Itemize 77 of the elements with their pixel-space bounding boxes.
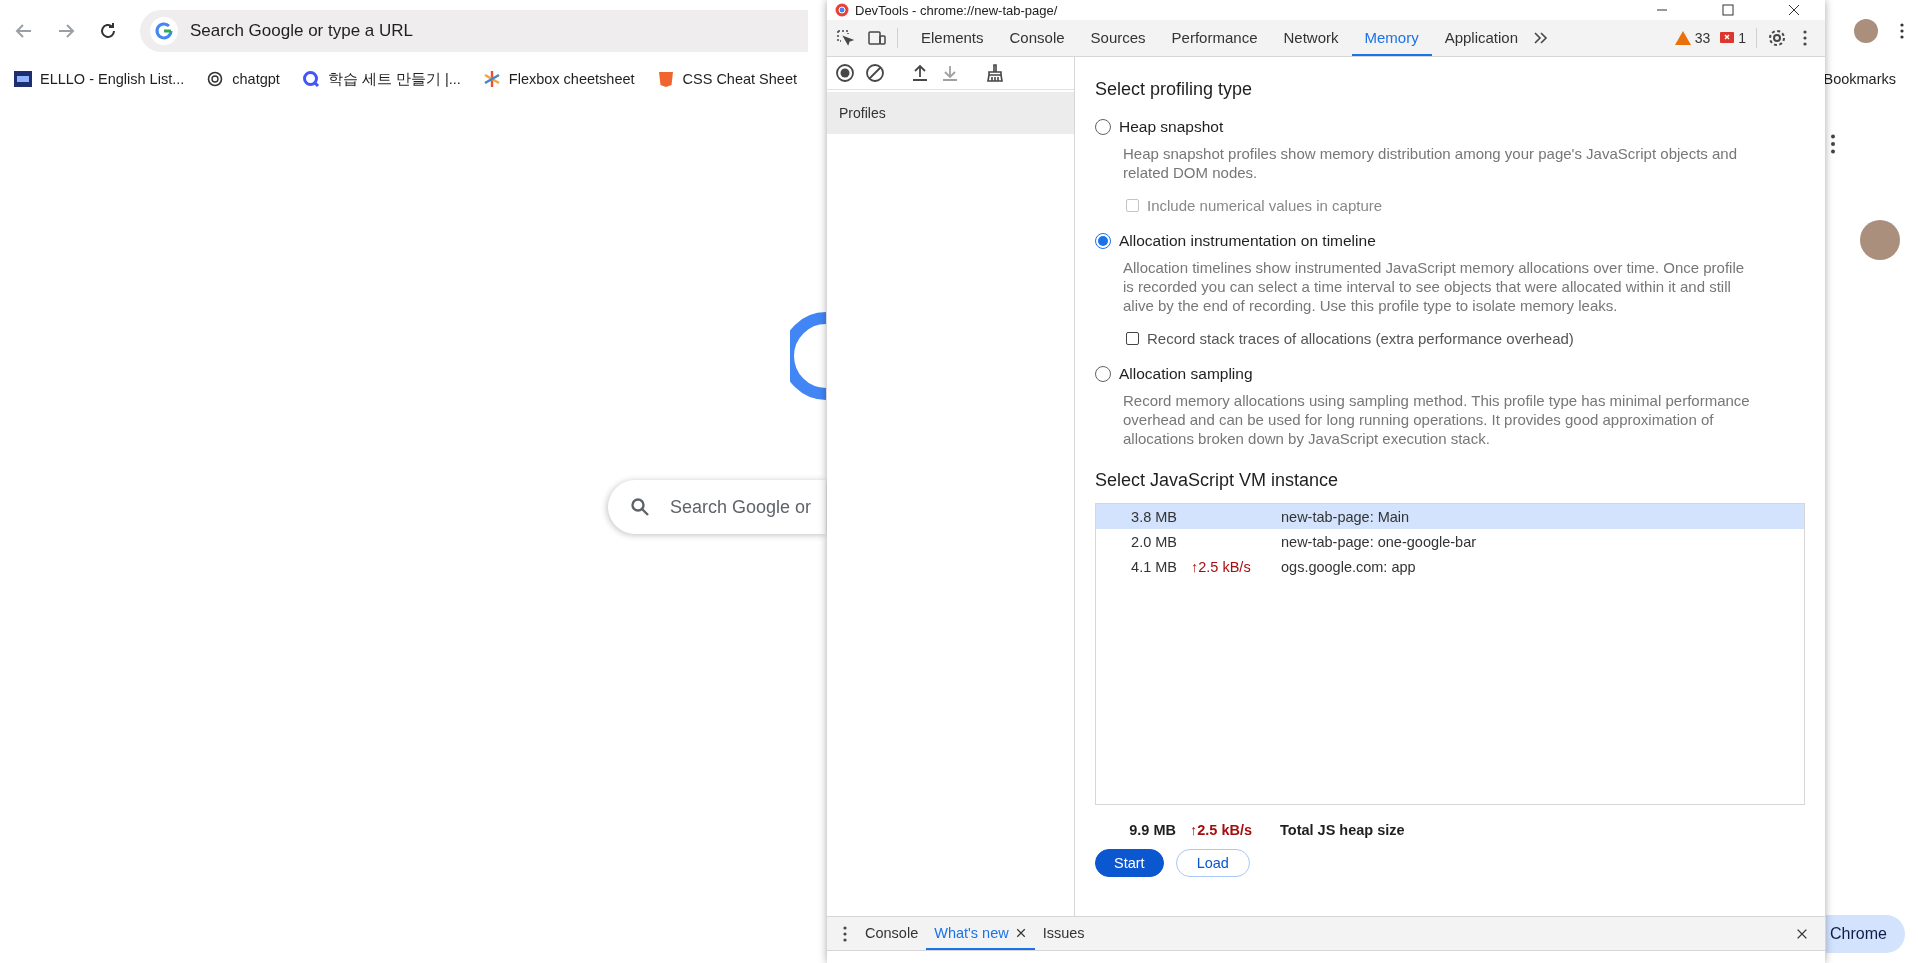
upload-icon[interactable] xyxy=(910,63,930,83)
instance-name: ogs.google.com: app xyxy=(1281,558,1417,575)
heap-size: 2.0 MB xyxy=(1131,533,1178,550)
g-logo-icon xyxy=(154,21,174,41)
drawer-tab[interactable]: Console xyxy=(857,917,927,950)
option-description: Allocation timelines show instrumented JavaScript memory allocations over time. Once profile is recorded you can select a time interval to see objects that were allocated within it and still alive by the end of recording. Use this profile type to isolate memory leaks. xyxy=(1123,258,1746,315)
instance-name: new-tab-page: one-google-bar xyxy=(1281,533,1478,550)
search-field[interactable]: Search Google or xyxy=(608,480,826,534)
allocation-rate: ↑2.5 kB/s xyxy=(1190,822,1254,838)
panel-tab[interactable]: Network xyxy=(1270,20,1352,56)
option-label[interactable]: Allocation sampling xyxy=(1119,365,1253,383)
maximize-icon[interactable] xyxy=(1721,3,1735,17)
panel-tab[interactable]: Sources xyxy=(1077,20,1159,56)
customize-button[interactable]: Chrome xyxy=(1826,915,1905,953)
knot-icon xyxy=(206,70,225,88)
load-button[interactable]: Load xyxy=(1175,849,1250,877)
instance-row[interactable]: 4.1 MB ↑2.5 kB/s ogs.google.com: app xyxy=(1096,554,1804,579)
drawer-tab[interactable]: What's new xyxy=(926,917,1035,950)
option-description: Heap snapshot profiles show memory distribution among your page's JavaScript objects and related DOM nodes. xyxy=(1123,144,1739,182)
heap-size: 3.8 MB xyxy=(1131,508,1178,525)
instance-row[interactable]: 2.0 MB new-tab-page: one-google-bar xyxy=(1096,529,1804,554)
clear-icon[interactable] xyxy=(865,63,885,83)
record-icon[interactable] xyxy=(835,63,855,83)
bookmarks-label[interactable]: Bookmarks xyxy=(1823,71,1896,87)
option-label[interactable]: Allocation instrumentation on timeline xyxy=(1119,232,1376,250)
profile-avatar[interactable] xyxy=(1860,220,1900,260)
window-title: DevTools - chrome://new-tab-page/ xyxy=(855,2,1058,18)
section-heading: Select profiling type xyxy=(1095,79,1254,100)
instance-row[interactable]: 3.8 MB new-tab-page: Main xyxy=(1096,504,1804,529)
error-count[interactable]: 1 xyxy=(1738,30,1746,46)
warning-count[interactable]: 33 xyxy=(1694,30,1711,46)
bookmark-link[interactable]: 학습 세트 만들기 |... xyxy=(301,69,461,89)
option-label[interactable]: Heap snapshot xyxy=(1119,118,1224,136)
close-icon[interactable] xyxy=(1014,926,1027,939)
total-size: 9.9 MB xyxy=(1129,822,1177,838)
panel-tab[interactable]: Console xyxy=(996,20,1078,56)
panel-tab[interactable]: Application xyxy=(1431,20,1532,56)
option-description: Record memory allocations using sampling method. This profile type has minimal performance overhead and can be used for long running operations. It provides good approximation of allocations broken down by JavaScript execution stack. xyxy=(1123,391,1751,448)
bookmark-link[interactable]: Flexbox cheetsheet xyxy=(482,70,635,88)
total-label: Total JS heap size xyxy=(1280,822,1406,838)
menu-icon[interactable] xyxy=(1830,134,1836,154)
section-heading: Select JavaScript VM instance xyxy=(1095,470,1340,491)
error-icon xyxy=(1720,31,1735,45)
start-button[interactable]: Start xyxy=(1095,849,1164,877)
allocation-rate: ↑2.5 kB/s xyxy=(1191,558,1252,575)
drawer-tab[interactable]: Issues xyxy=(1034,917,1093,950)
checkbox-label[interactable]: Record stack traces of allocations (extra performance overhead) xyxy=(1147,330,1574,347)
broom-icon[interactable] xyxy=(985,63,1005,83)
bookmark-link[interactable]: chatgpt xyxy=(206,70,280,88)
shield-icon xyxy=(656,70,675,88)
sidebar-item[interactable]: Profiles xyxy=(827,92,1074,134)
menu-icon[interactable] xyxy=(843,925,847,942)
menu-icon[interactable] xyxy=(1803,30,1807,46)
profile-avatar[interactable] xyxy=(1854,19,1878,43)
instance-name: new-tab-page: Main xyxy=(1281,508,1411,525)
heap-size: 4.1 MB xyxy=(1131,558,1178,575)
bookmark-link[interactable]: CSS Cheat Sheet xyxy=(656,70,797,88)
download-icon[interactable] xyxy=(940,63,960,83)
bookmark-link[interactable]: ELLLO - English List... xyxy=(14,70,185,88)
menu-icon[interactable] xyxy=(1900,23,1904,39)
close-icon[interactable] xyxy=(1787,3,1801,17)
panel-tab[interactable]: Performance xyxy=(1158,20,1271,56)
checkbox[interactable] xyxy=(1126,332,1139,345)
address-input[interactable]: Search Google or type a URL xyxy=(190,21,798,41)
panel-tab[interactable]: Elements xyxy=(908,20,997,56)
inspect-icon[interactable] xyxy=(835,28,855,48)
warning-icon xyxy=(1674,31,1691,45)
settings-icon[interactable] xyxy=(1767,28,1787,48)
search-icon xyxy=(630,497,650,517)
asterisk-icon xyxy=(482,70,501,88)
reload-icon[interactable] xyxy=(98,21,118,41)
browser-logo-icon xyxy=(835,3,849,17)
device-icon[interactable] xyxy=(867,28,887,48)
site-logo-icon xyxy=(14,70,32,88)
panel-tab[interactable]: Memory xyxy=(1351,20,1432,56)
q-letter-icon xyxy=(301,70,320,88)
address-bar[interactable]: Search Google or type a URL xyxy=(140,10,808,52)
